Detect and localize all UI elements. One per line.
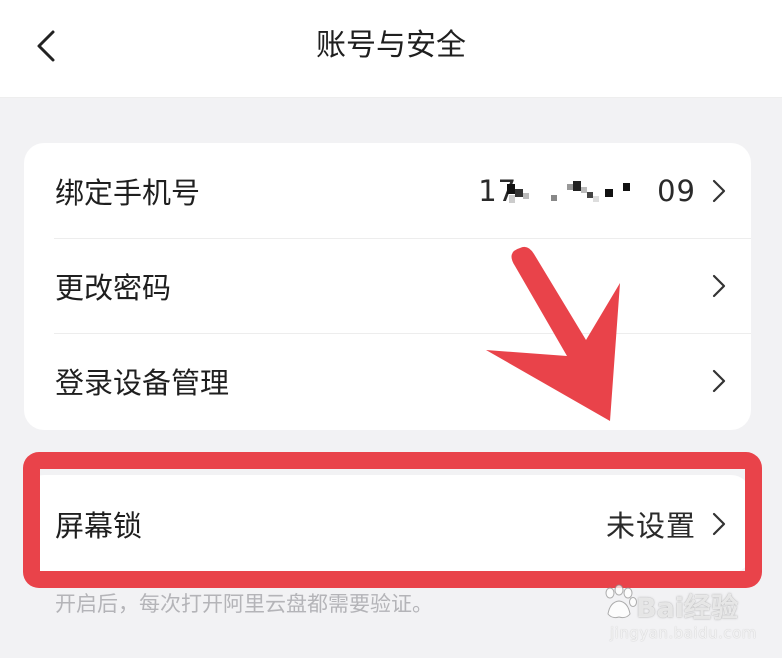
- chevron-right-icon: [712, 369, 726, 392]
- watermark-brand: Bai经验: [636, 593, 739, 624]
- bind-phone-label: 绑定手机号: [55, 175, 201, 210]
- screen-lock-card: 屏幕锁 未设置: [24, 475, 751, 573]
- login-devices-row[interactable]: 登录设备管理: [24, 333, 751, 428]
- change-password-row[interactable]: 更改密码: [24, 238, 751, 333]
- chevron-right-icon: [712, 179, 726, 202]
- phone-mosaic-mask: [507, 180, 630, 203]
- screen-lock-hint: 开启后，每次打开阿里云盘都需要验证。: [55, 592, 433, 616]
- top-bar: 账号与安全: [0, 0, 782, 98]
- chevron-right-icon: [712, 512, 726, 536]
- login-devices-label: 登录设备管理: [55, 365, 230, 400]
- paw-icon: [605, 584, 637, 619]
- watermark-url: jingyan.baidu.com: [610, 624, 757, 642]
- chevron-right-icon: [712, 274, 726, 297]
- page-title: 账号与安全: [316, 28, 466, 63]
- screen-lock-status: 未设置: [605, 509, 696, 543]
- change-password-label: 更改密码: [55, 270, 172, 305]
- watermark: Bai经验 jingyan.baidu.com: [596, 580, 776, 652]
- account-settings-card: 绑定手机号 17 09 更改密码 登录设备管理: [24, 143, 751, 430]
- screen-lock-row[interactable]: 屏幕锁 未设置: [24, 475, 751, 573]
- bind-phone-row[interactable]: 绑定手机号 17 09: [24, 143, 751, 238]
- screen-lock-label: 屏幕锁: [55, 509, 143, 543]
